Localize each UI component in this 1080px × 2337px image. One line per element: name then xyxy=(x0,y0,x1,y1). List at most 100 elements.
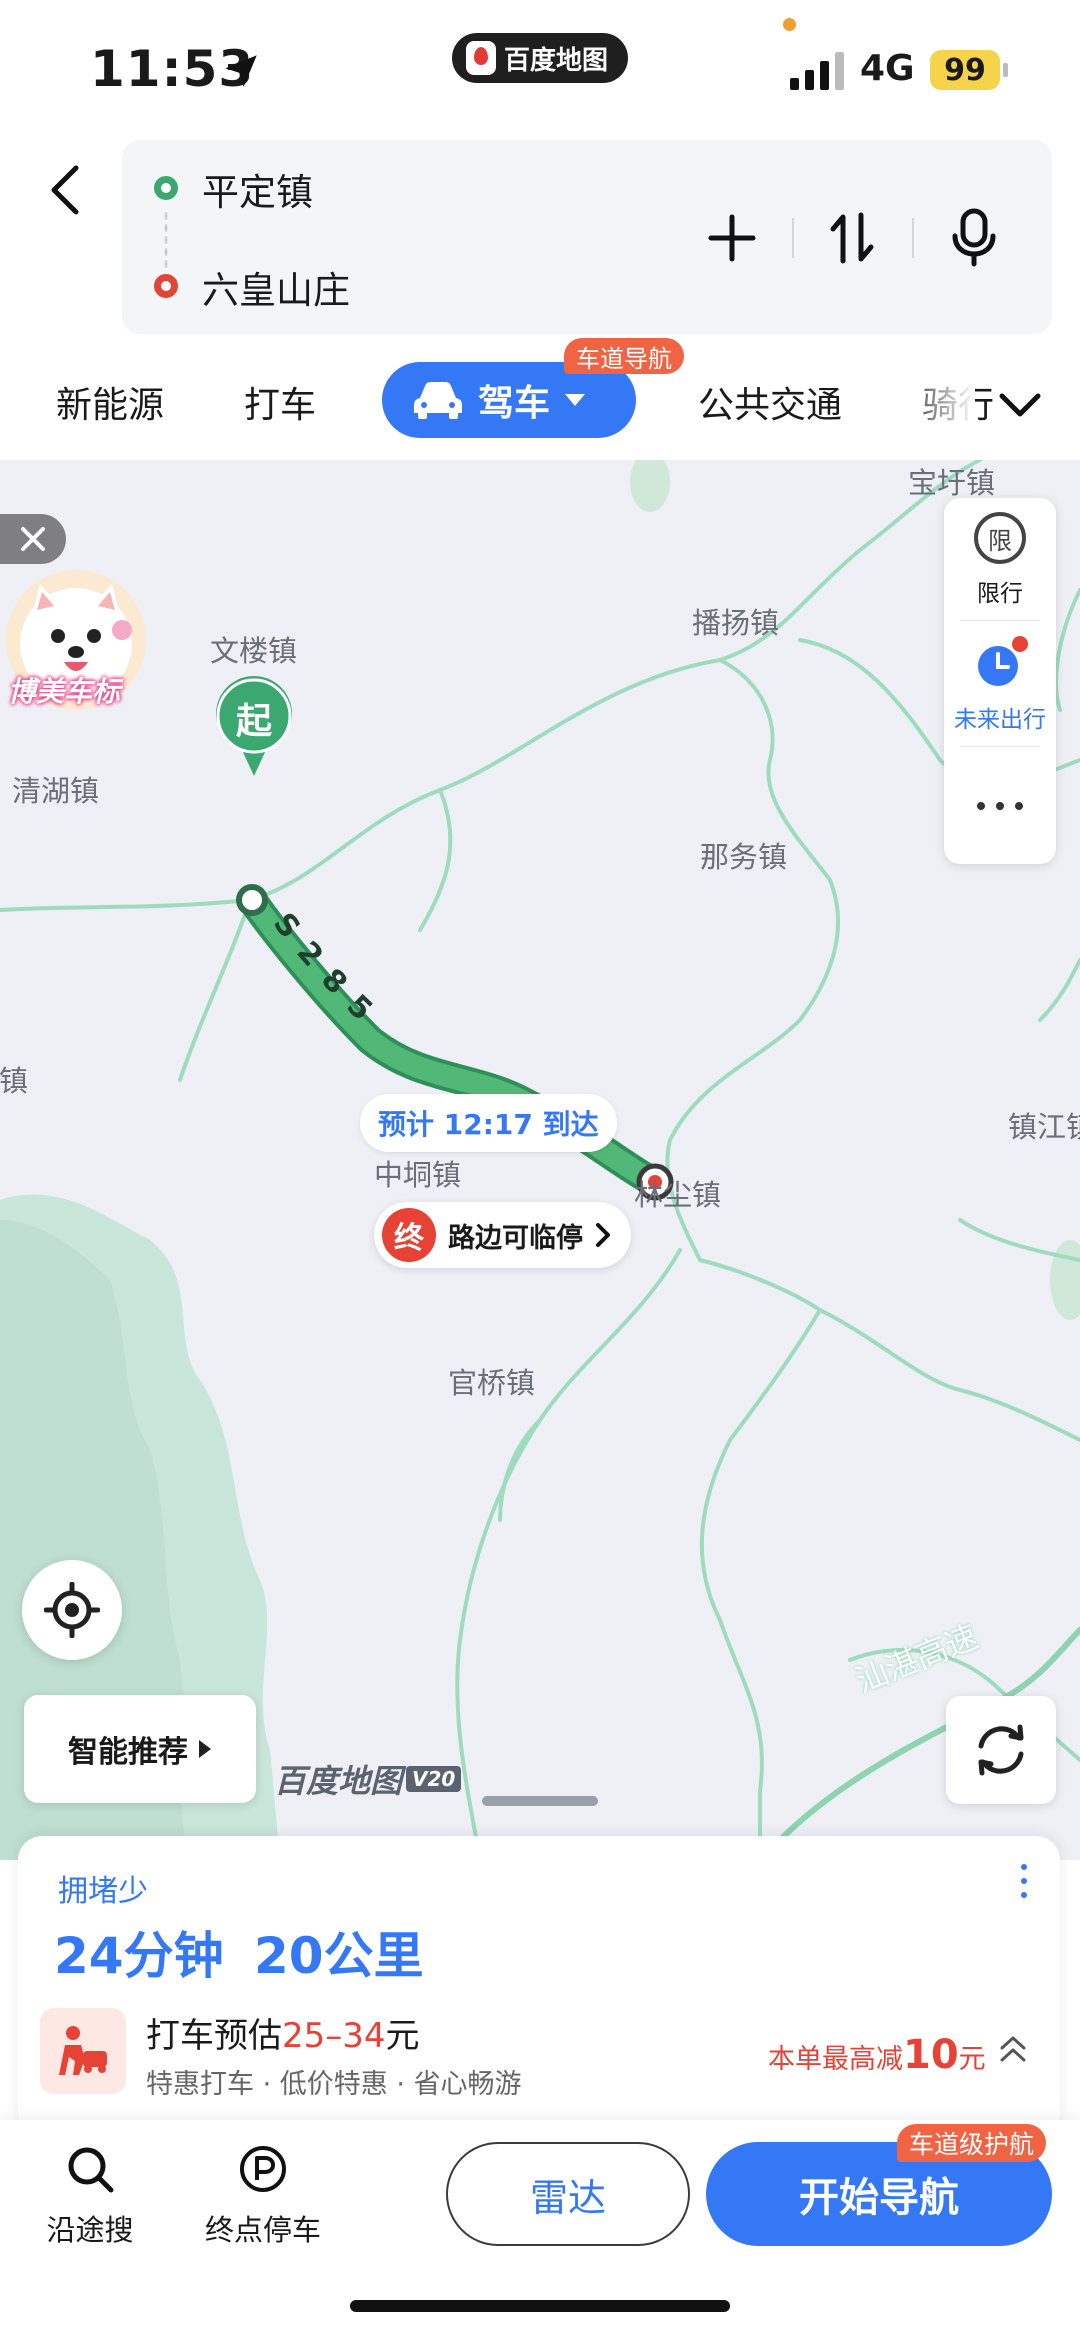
town-label: 涌镇 xyxy=(0,1064,29,1098)
restriction-label: 限行 xyxy=(977,581,1023,607)
destination-parking-button[interactable]: 终点停车 xyxy=(193,2144,333,2249)
town-label: 林尘镇 xyxy=(634,1178,722,1212)
more-options-button[interactable] xyxy=(944,748,1056,864)
taxi-estimate-title: 打车预估25–34元 xyxy=(146,2008,420,2057)
discount-value: 10 xyxy=(903,2032,959,2078)
triangle-right-icon xyxy=(199,1740,211,1758)
double-chevron-up-icon[interactable] xyxy=(998,2034,1028,2064)
close-icon xyxy=(21,527,45,551)
discount-prefix: 本单最高减 xyxy=(768,2044,903,2075)
refresh-route-button[interactable] xyxy=(946,1696,1056,1804)
smart-recommend-button[interactable]: 智能推荐 xyxy=(24,1695,256,1803)
tab-drive-label: 驾车 xyxy=(478,383,551,424)
taxi-estimate-unit: 元 xyxy=(385,2016,420,2056)
swap-route-button[interactable] xyxy=(822,208,882,268)
future-travel-label: 未来出行 xyxy=(954,707,1046,733)
watermark-text: 百度地图 xyxy=(274,1762,403,1800)
eta-bubble: 预计 12:17 到达 xyxy=(360,1094,617,1152)
chevron-right-icon xyxy=(596,1223,610,1247)
start-marker[interactable]: 起 xyxy=(212,674,296,782)
end-stop-note: 路边可临停 xyxy=(448,1222,583,1254)
map-watermark: 百度地图 V20 xyxy=(274,1756,462,1802)
town-label: 官桥镇 xyxy=(448,1366,536,1400)
discount-unit: 元 xyxy=(958,2044,986,2075)
route-summary-card[interactable]: 拥堵少 24分钟 20公里 打车预估25–34元 特惠打车 · 低价特惠 · 省… xyxy=(18,1836,1060,2136)
divider xyxy=(792,218,794,258)
chevron-left-icon xyxy=(51,165,79,215)
cellular-signal-icon xyxy=(790,52,844,90)
location-arrow-icon xyxy=(225,55,257,87)
parking-icon xyxy=(240,2146,286,2192)
my-location-button[interactable] xyxy=(22,1560,122,1660)
map-side-panel: 限 限行 未来出行 xyxy=(944,498,1056,864)
divider xyxy=(960,620,1040,621)
baidu-map-logo-icon xyxy=(466,41,496,75)
end-stop-bubble[interactable]: 终 路边可临停 xyxy=(374,1202,631,1268)
map-view[interactable]: 宝圩镇 播扬镇 文楼镇 清湖镇 那务镇 涌镇 镇江镇 中垌镇 林尘镇 官桥镇 汕… xyxy=(0,460,1080,1860)
taxi-estimate-label: 打车预估 xyxy=(146,2016,282,2056)
app-pill-label: 百度地图 xyxy=(504,45,609,76)
along-route-search-label: 沿途搜 xyxy=(46,2213,134,2247)
end-point-icon xyxy=(154,274,178,298)
app-indicator-pill[interactable]: 百度地图 xyxy=(452,33,628,83)
person-taxi-icon xyxy=(59,2026,107,2075)
smart-recommend-label: 智能推荐 xyxy=(68,1735,188,1770)
congestion-status: 拥堵少 xyxy=(58,1874,148,1909)
tabs-fade xyxy=(895,350,975,460)
route-connector xyxy=(164,210,168,270)
home-indicator[interactable] xyxy=(350,2300,730,2312)
more-dots-icon xyxy=(977,802,1023,810)
network-type: 4G xyxy=(860,48,915,89)
start-point-icon xyxy=(154,176,178,200)
dropdown-triangle-icon xyxy=(565,394,586,406)
town-label: 中垌镇 xyxy=(374,1158,462,1192)
watermark-version: V20 xyxy=(406,1766,462,1792)
restriction-glyph: 限 xyxy=(988,526,1012,555)
tab-taxi[interactable]: 打车 xyxy=(244,376,316,428)
radar-button[interactable]: 雷达 xyxy=(446,2142,690,2246)
taxi-discount[interactable]: 本单最高减10元 xyxy=(768,2032,986,2078)
end-marker-chip: 终 xyxy=(382,1208,436,1262)
route-input-box: 平定镇 六皇山庄 xyxy=(122,140,1052,334)
privacy-indicator-dot xyxy=(783,18,796,31)
restriction-icon: 限 xyxy=(974,512,1026,564)
tab-transit[interactable]: 公共交通 xyxy=(698,376,842,428)
route-distance: 20公里 xyxy=(254,1927,424,1985)
sheet-drag-handle[interactable] xyxy=(482,1796,598,1806)
divider xyxy=(960,746,1040,747)
plus-icon xyxy=(708,214,756,262)
status-bar: 11:53 百度地图 4G 99 xyxy=(0,0,1080,140)
destination-parking-label: 终点停车 xyxy=(204,2213,321,2247)
search-icon xyxy=(68,2147,114,2193)
town-label: 镇江镇 xyxy=(1008,1110,1080,1144)
restriction-button[interactable]: 限 限行 xyxy=(944,498,1056,618)
swap-icon xyxy=(830,212,874,264)
along-route-search-button[interactable]: 沿途搜 xyxy=(20,2144,160,2249)
pet-vehicle-label: 博美车标 xyxy=(8,675,121,708)
microphone-icon xyxy=(952,208,996,267)
battery-level: 99 xyxy=(930,50,1000,90)
close-pet-button[interactable] xyxy=(0,514,66,564)
more-vertical-icon[interactable] xyxy=(1018,1864,1030,1904)
taxi-estimate-price: 25–34 xyxy=(282,2016,386,2056)
taxi-estimate-icon xyxy=(40,2008,126,2094)
lane-escort-badge: 车道级护航 xyxy=(897,2124,1047,2162)
town-label: 播扬镇 xyxy=(692,606,780,640)
locate-icon xyxy=(44,1582,100,1638)
voice-input-button[interactable] xyxy=(944,208,1004,268)
add-waypoint-button[interactable] xyxy=(702,208,762,268)
clock-icon xyxy=(978,636,1028,686)
start-location-field[interactable]: 平定镇 xyxy=(202,162,313,216)
refresh-icon xyxy=(978,1724,1024,1776)
start-marker-label: 起 xyxy=(235,701,272,742)
back-button[interactable] xyxy=(40,160,90,220)
battery-tip xyxy=(1003,63,1008,77)
chevron-down-icon[interactable] xyxy=(996,380,1044,428)
taxi-estimate-subtitle: 特惠打车 · 低价特惠 · 省心畅游 xyxy=(146,2069,522,2100)
car-icon xyxy=(414,382,462,419)
tab-new-energy[interactable]: 新能源 xyxy=(56,376,164,428)
future-travel-button[interactable]: 未来出行 xyxy=(944,622,1056,742)
end-location-field[interactable]: 六皇山庄 xyxy=(202,260,350,314)
divider xyxy=(912,218,914,258)
town-label: 文楼镇 xyxy=(210,634,298,668)
